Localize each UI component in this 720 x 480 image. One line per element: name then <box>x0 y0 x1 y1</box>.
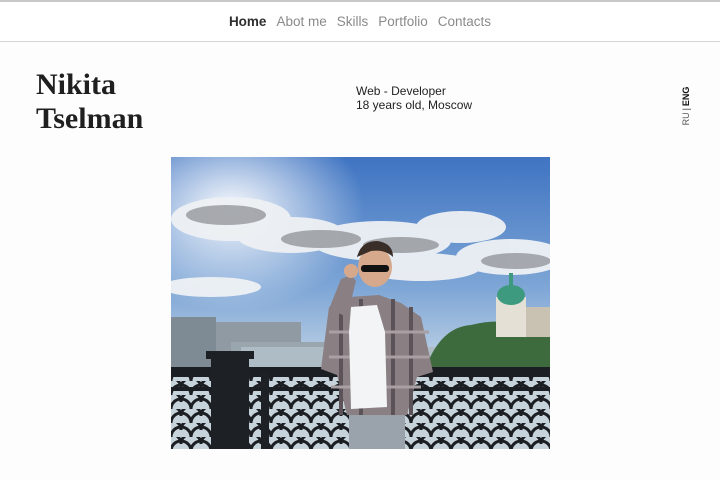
nav-portfolio-link[interactable]: Portfolio <box>378 14 428 29</box>
nav-skills-link[interactable]: Skills <box>337 14 369 29</box>
nav-contacts-link[interactable]: Contacts <box>438 14 491 29</box>
profile-info: Web - Developer 18 years old, Moscow <box>356 84 472 112</box>
first-name: Nikita <box>36 68 117 101</box>
nav-home-link[interactable]: Home <box>229 14 267 29</box>
profile-role: Web - Developer <box>356 84 446 98</box>
nav-about-link[interactable]: Abot me <box>276 14 326 29</box>
language-eng-option[interactable]: ENG <box>681 87 691 107</box>
profile-details: 18 years old, Moscow <box>356 98 473 112</box>
language-ru-option[interactable]: RU <box>681 112 691 125</box>
top-navigation: Home Abot me Skills Portfolio Contacts <box>0 0 720 42</box>
profile-name: Nikita Tselman <box>36 68 143 136</box>
profile-photo-image <box>171 157 550 449</box>
last-name: Tselman <box>36 102 144 135</box>
profile-photo <box>171 157 550 449</box>
language-switcher: RU | ENG <box>681 87 691 126</box>
language-separator: | <box>681 108 691 111</box>
